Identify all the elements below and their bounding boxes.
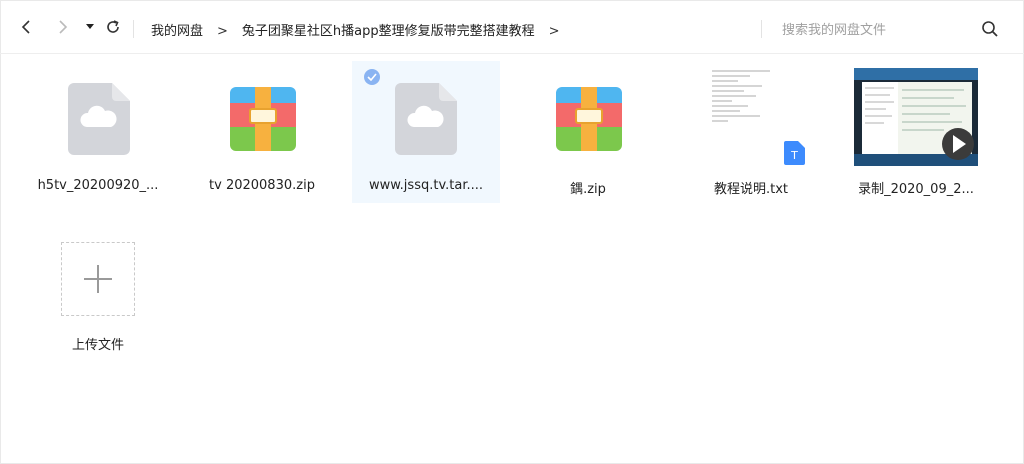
svg-text:T: T [790, 149, 798, 162]
file-tile-selected[interactable]: www.jssq.tv.tar.... [352, 61, 500, 203]
search-divider [761, 20, 762, 38]
caret-down-icon [86, 24, 94, 29]
cloud-file-icon [395, 83, 457, 155]
breadcrumb-separator: > [217, 24, 228, 39]
breadcrumb: 我的网盘 > 兔子团聚星社区h播app整理修复版带完整搭建教程 > [151, 20, 574, 39]
file-tile[interactable]: 鍝.zip [514, 61, 662, 203]
text-document-thumbnail: T [710, 67, 805, 165]
back-button[interactable] [17, 18, 35, 36]
plus-icon [84, 265, 112, 293]
chevron-right-icon [59, 20, 68, 34]
chevron-left-icon [21, 20, 30, 34]
file-tile[interactable]: tv 20200830.zip [188, 61, 336, 203]
file-tile[interactable]: T 教程说明.txt [677, 61, 825, 203]
upload-file-button[interactable] [61, 242, 135, 316]
file-name: 录制_2020_09_2... [858, 182, 974, 197]
file-name: tv 20200830.zip [209, 178, 315, 193]
toolbar: 我的网盘 > 兔子团聚星社区h播app整理修复版带完整搭建教程 > [0, 0, 1024, 54]
file-tile[interactable]: h5tv_20200920_... [24, 61, 172, 203]
file-tile[interactable]: 录制_2020_09_2... [842, 61, 990, 203]
refresh-button[interactable] [104, 18, 122, 36]
selected-check-icon[interactable] [364, 69, 380, 85]
cloud-file-icon [68, 83, 130, 155]
search-input[interactable] [780, 18, 974, 42]
search-icon[interactable] [981, 20, 999, 38]
upload-file-label[interactable]: 上传文件 [48, 334, 148, 353]
forward-button[interactable] [54, 18, 72, 36]
breadcrumb-item-root[interactable]: 我的网盘 [151, 24, 203, 39]
breadcrumb-item-current-folder[interactable]: 兔子团聚星社区h播app整理修复版带完整搭建教程 [242, 24, 535, 39]
refresh-icon [107, 20, 119, 33]
zip-archive-icon [230, 87, 296, 151]
video-thumbnail [854, 68, 978, 166]
file-name: www.jssq.tv.tar.... [368, 178, 484, 193]
file-name: 教程说明.txt [713, 182, 789, 197]
zip-archive-icon [556, 87, 622, 151]
history-dropdown[interactable] [81, 18, 99, 36]
file-name: 鍝.zip [570, 182, 606, 197]
toolbar-divider [133, 20, 134, 38]
file-name: h5tv_20200920_... [37, 178, 159, 193]
breadcrumb-separator[interactable]: > [549, 24, 560, 39]
